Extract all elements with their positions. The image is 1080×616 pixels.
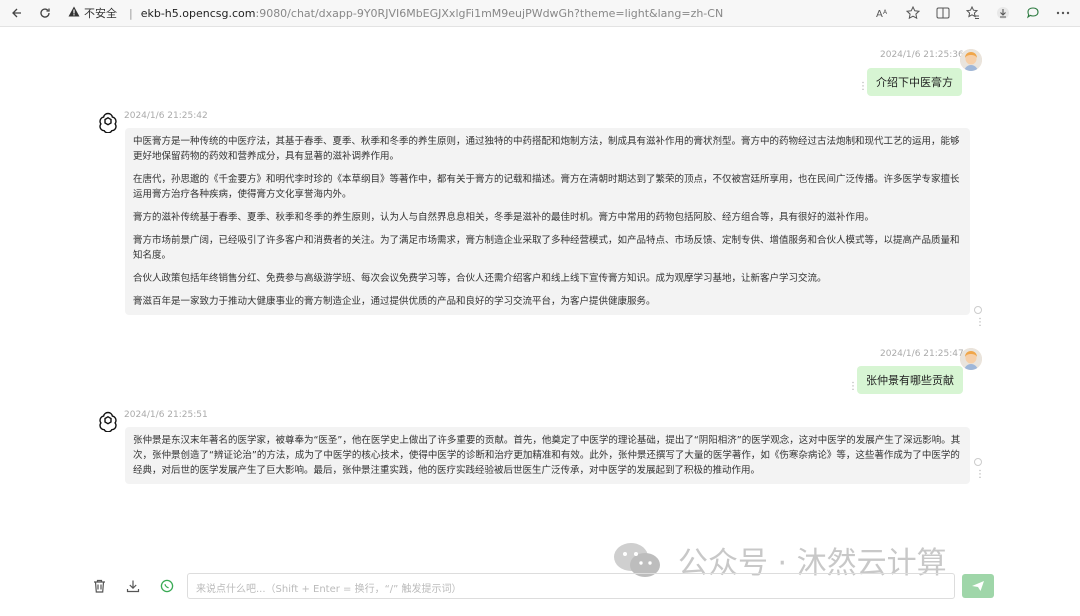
assistant-paragraph: 膏方的滋补传统基于春季、夏季、秋季和冬季的养生原则，认为人与自然界息息相关，冬季… <box>133 212 875 223</box>
favorites-icon[interactable] <box>964 4 982 22</box>
assistant-paragraph: 在唐代，孙思邈的《千金要方》和明代李时珍的《本草纲目》等著作中，都有关于膏方的记… <box>133 174 960 200</box>
browser-toolbar: 不安全 | ekb-h5.opencsg.com:9080/chat/dxapp… <box>0 0 1080 27</box>
user-avatar <box>960 49 982 71</box>
message-timestamp: 2024/1/6 21:25:36 <box>880 50 964 60</box>
downloads-icon[interactable] <box>994 4 1012 22</box>
chat-area: 2024/1/6 21:25:36 介绍下中医膏方 ⋮ 2024/1/6 21:… <box>0 27 1080 567</box>
user-avatar <box>960 348 982 370</box>
assistant-paragraph: 膏方市场前景广阔，已经吸引了许多客户和消费者的关注。为了满足市场需求，膏方制造企… <box>133 235 960 261</box>
assistant-paragraph: 膏滋百年是一家致力于推动大健康事业的膏方制造企业，通过提供优质的产品和良好的学习… <box>133 296 656 307</box>
download-icon[interactable] <box>125 578 141 594</box>
copy-status-icon[interactable] <box>974 306 982 314</box>
back-button[interactable] <box>6 2 28 24</box>
whatsapp-icon[interactable] <box>159 578 175 594</box>
message-timestamp: 2024/1/6 21:25:42 <box>124 111 208 121</box>
extensions-icon[interactable] <box>1024 4 1042 22</box>
security-label: 不安全 <box>84 7 117 20</box>
send-button[interactable] <box>962 574 994 598</box>
assistant-paragraph: 合伙人政策包括年终销售分红、免费参与高级游学班、每次会议免费学习等，合伙人还需介… <box>133 273 827 284</box>
read-aloud-icon[interactable]: AA <box>874 4 892 22</box>
message-more-icon[interactable]: ⋮ <box>975 470 985 480</box>
user-message-bubble: 介绍下中医膏方 <box>867 68 962 96</box>
warning-icon <box>68 6 80 20</box>
reload-button[interactable] <box>34 2 56 24</box>
svg-text:A: A <box>876 9 883 19</box>
browser-menu-icon[interactable] <box>1054 4 1072 22</box>
address-separator: | <box>129 6 133 20</box>
assistant-paragraph: 张仲景是东汉末年著名的医学家，被尊奉为“医圣”，他在医学史上做出了许多重要的贡献… <box>133 435 961 476</box>
send-icon <box>972 581 984 591</box>
message-timestamp: 2024/1/6 21:25:51 <box>124 410 208 420</box>
assistant-message-bubble: 中医膏方是一种传统的中医疗法，其基于春季、夏季、秋季和冬季的养生原则，通过独特的… <box>125 128 970 315</box>
assistant-logo-icon <box>97 410 119 433</box>
url-path: :9080/chat/dxapp-9Y0RJVI6MbEGJXxlgFi1mM9… <box>255 6 724 20</box>
chat-input[interactable]: 来说点什么吧...（Shift + Enter = 换行，“/” 触发提示词） <box>187 573 955 599</box>
favorite-star-icon[interactable] <box>904 4 922 22</box>
address-bar[interactable]: 不安全 | ekb-h5.opencsg.com:9080/chat/dxapp… <box>68 5 723 21</box>
copy-status-icon[interactable] <box>974 458 982 466</box>
split-screen-icon[interactable] <box>934 4 952 22</box>
user-message-bubble: 张仲景有哪些贡献 <box>857 366 963 394</box>
chat-input-placeholder: 来说点什么吧...（Shift + Enter = 换行，“/” 触发提示词） <box>196 584 462 595</box>
svg-text:A: A <box>883 9 888 16</box>
message-more-icon[interactable]: ⋮ <box>975 318 985 328</box>
assistant-message-bubble: 张仲景是东汉末年著名的医学家，被尊奉为“医圣”，他在医学史上做出了许多重要的贡献… <box>125 427 970 484</box>
browser-actions: AA <box>874 4 1072 22</box>
assistant-logo-icon <box>97 111 119 134</box>
message-timestamp: 2024/1/6 21:25:47 <box>880 349 964 359</box>
message-more-icon[interactable]: ⋮ <box>858 82 868 92</box>
message-more-icon[interactable]: ⋮ <box>848 382 858 392</box>
input-bar: 来说点什么吧...（Shift + Enter = 换行，“/” 触发提示词） <box>0 572 1080 602</box>
trash-icon[interactable] <box>91 578 107 594</box>
assistant-paragraph: 中医膏方是一种传统的中医疗法，其基于春季、夏季、秋季和冬季的养生原则，通过独特的… <box>133 136 960 162</box>
url-host: ekb-h5.opencsg.com <box>140 6 256 20</box>
